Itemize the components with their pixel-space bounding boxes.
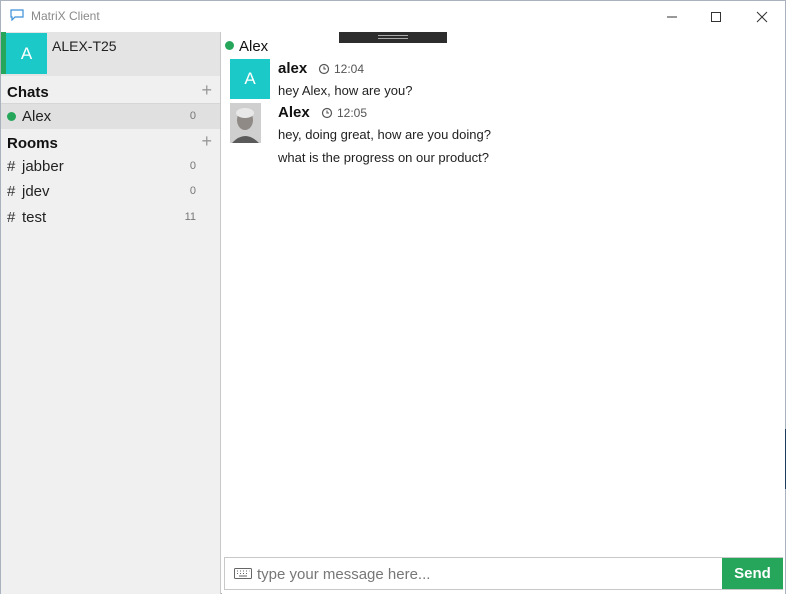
room-item-count: 0	[189, 160, 196, 172]
avatar-photo-icon	[230, 103, 261, 143]
online-status-dot	[225, 41, 234, 50]
message-input[interactable]	[257, 562, 717, 586]
message-avatar: A	[230, 59, 270, 99]
message-avatar-photo	[230, 103, 261, 143]
chats-section-header: Chats +	[1, 78, 220, 104]
rooms-label: Rooms	[7, 135, 58, 152]
room-hash: #	[7, 183, 16, 200]
add-chat-button[interactable]: +	[201, 80, 212, 101]
room-item-label: test	[22, 209, 47, 226]
minimize-icon	[667, 16, 677, 17]
clock-icon	[318, 63, 330, 75]
add-room-button[interactable]: +	[201, 131, 212, 152]
message-author: Alex	[278, 104, 310, 121]
window-title: MatriX Client	[31, 9, 100, 23]
maximize-button[interactable]	[693, 1, 739, 32]
online-status-dot	[7, 112, 16, 121]
close-icon	[756, 11, 768, 22]
message-composer: Send	[224, 557, 783, 590]
grip-line	[378, 35, 408, 36]
drag-handle[interactable]	[339, 32, 447, 43]
message-text: hey Alex, how are you?	[278, 83, 413, 98]
room-item-count: 0	[189, 185, 196, 197]
chats-label: Chats	[7, 84, 49, 101]
account-header[interactable]: A ALEX-T25	[1, 32, 220, 76]
message-time: 12:04	[334, 62, 365, 76]
room-item-label: jabber	[22, 158, 64, 175]
room-item-count: 11	[184, 211, 196, 223]
chat-panel: Alex A alex 12:04 hey Alex, how are you?	[222, 32, 785, 594]
close-button[interactable]	[739, 1, 785, 32]
grip-line	[378, 38, 408, 39]
chat-bubble-icon	[10, 9, 24, 21]
chat-contact-name: Alex	[239, 38, 269, 55]
account-name: ALEX-T25	[52, 38, 117, 54]
sidebar: A ALEX-T25 Chats + Alex 0 Rooms + # jabb…	[1, 32, 221, 594]
app-window: MatriX Client A ALEX-T25 Chats + Alex 0 …	[0, 0, 786, 594]
room-hash: #	[7, 158, 16, 175]
rooms-section-header: Rooms +	[1, 129, 220, 155]
chat-item-alex[interactable]: Alex 0	[1, 104, 220, 129]
room-item-jdev[interactable]: # jdev 0	[1, 179, 220, 204]
message-time: 12:05	[337, 106, 368, 120]
account-avatar: A	[6, 33, 47, 74]
message-text: what is the progress on our product?	[278, 150, 490, 165]
chat-item-count: 0	[189, 110, 196, 122]
keyboard-icon	[234, 568, 252, 579]
clock-icon	[321, 107, 333, 119]
send-button[interactable]: Send	[722, 558, 783, 589]
message-text: hey, doing great, how are you doing?	[278, 127, 491, 142]
room-item-label: jdev	[22, 183, 50, 200]
room-hash: #	[7, 209, 16, 226]
maximize-icon	[711, 11, 721, 22]
room-item-test[interactable]: # test 11	[1, 205, 220, 230]
message-author: alex	[278, 60, 308, 77]
room-item-jabber[interactable]: # jabber 0	[1, 154, 220, 179]
minimize-button[interactable]	[649, 1, 695, 32]
title-bar[interactable]: MatriX Client	[1, 1, 785, 32]
chat-item-label: Alex	[22, 108, 52, 125]
